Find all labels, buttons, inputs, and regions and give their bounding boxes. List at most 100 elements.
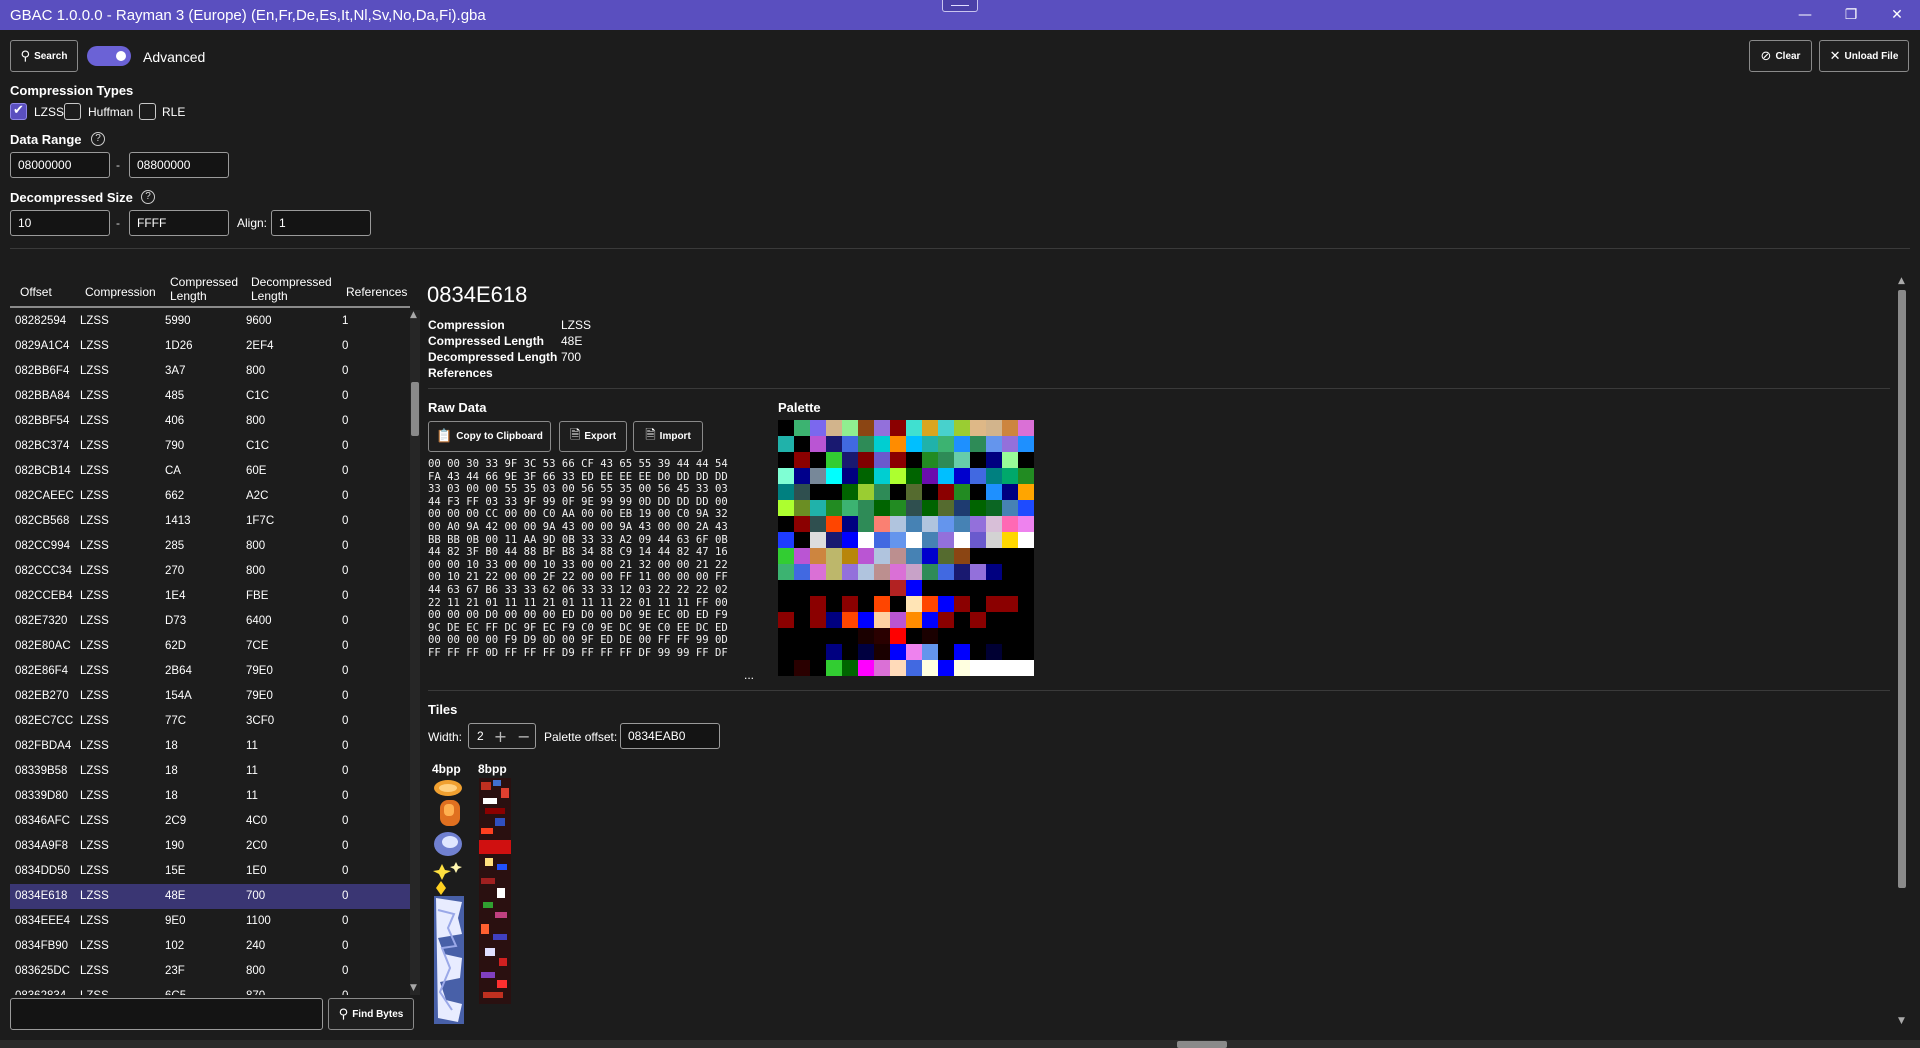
table-row[interactable]: 082E80AC LZSS 62D 7CE 0 (10, 634, 410, 659)
palette-swatch[interactable] (826, 596, 842, 612)
palette-swatch[interactable] (906, 628, 922, 644)
palette-swatch[interactable] (794, 564, 810, 580)
table-row[interactable]: 083625DC LZSS 23F 800 0 (10, 959, 410, 984)
palette-swatch[interactable] (874, 468, 890, 484)
rle-checkbox[interactable] (139, 103, 156, 120)
palette-swatch[interactable] (1002, 596, 1018, 612)
palette-swatch[interactable] (986, 596, 1002, 612)
palette-swatch[interactable] (1002, 548, 1018, 564)
palette-swatch[interactable] (842, 484, 858, 500)
palette-swatch[interactable] (874, 452, 890, 468)
palette-swatch[interactable] (858, 420, 874, 436)
palette-swatch[interactable] (778, 660, 794, 676)
palette-swatch[interactable] (938, 580, 954, 596)
palette-swatch[interactable] (986, 628, 1002, 644)
palette-swatch[interactable] (922, 564, 938, 580)
palette-swatch[interactable] (874, 548, 890, 564)
palette-grid[interactable] (778, 420, 1034, 676)
palette-swatch[interactable] (922, 532, 938, 548)
palette-swatch[interactable] (842, 452, 858, 468)
palette-swatch[interactable] (1018, 532, 1034, 548)
palette-swatch[interactable] (794, 468, 810, 484)
palette-swatch[interactable] (970, 484, 986, 500)
detail-scroll-thumb[interactable] (1898, 290, 1906, 888)
palette-swatch[interactable] (874, 580, 890, 596)
palette-swatch[interactable] (794, 660, 810, 676)
palette-swatch[interactable] (890, 436, 906, 452)
palette-swatch[interactable] (970, 468, 986, 484)
table-row[interactable]: 082BBF54 LZSS 406 800 0 (10, 409, 410, 434)
palette-swatch[interactable] (1002, 484, 1018, 500)
palette-swatch[interactable] (842, 436, 858, 452)
palette-swatch[interactable] (922, 612, 938, 628)
palette-swatch[interactable] (874, 532, 890, 548)
table-row[interactable]: 08362834 LZSS 6C5 870 0 (10, 984, 410, 995)
palette-swatch[interactable] (938, 644, 954, 660)
unload-file-button[interactable]: ✕ Unload File (1819, 40, 1909, 72)
table-row[interactable]: 082CC994 LZSS 285 800 0 (10, 534, 410, 559)
table-row[interactable]: 082BBA84 LZSS 485 C1C 0 (10, 384, 410, 409)
palette-swatch[interactable] (858, 548, 874, 564)
data-range-help-icon[interactable]: ? (91, 132, 105, 146)
palette-swatch[interactable] (922, 420, 938, 436)
palette-swatch[interactable] (1018, 468, 1034, 484)
import-button[interactable]: 🗎 Import (633, 421, 703, 452)
palette-swatch[interactable] (986, 580, 1002, 596)
palette-swatch[interactable] (826, 500, 842, 516)
range-end-input[interactable]: 08800000 (129, 152, 229, 178)
palette-swatch[interactable] (890, 644, 906, 660)
palette-swatch[interactable] (858, 564, 874, 580)
palette-swatch[interactable] (890, 548, 906, 564)
palette-swatch[interactable] (858, 516, 874, 532)
palette-swatch[interactable] (970, 644, 986, 660)
palette-swatch[interactable] (954, 612, 970, 628)
palette-swatch[interactable] (890, 564, 906, 580)
range-start-input[interactable]: 08000000 (10, 152, 110, 178)
palette-swatch[interactable] (922, 644, 938, 660)
palette-swatch[interactable] (858, 660, 874, 676)
palette-swatch[interactable] (906, 468, 922, 484)
table-row[interactable]: 082FBDA4 LZSS 18 11 0 (10, 734, 410, 759)
palette-swatch[interactable] (826, 532, 842, 548)
palette-swatch[interactable] (874, 660, 890, 676)
palette-swatch[interactable] (778, 628, 794, 644)
palette-swatch[interactable] (938, 468, 954, 484)
lzss-checkbox[interactable] (10, 103, 27, 120)
palette-swatch[interactable] (778, 452, 794, 468)
palette-swatch[interactable] (986, 452, 1002, 468)
palette-swatch[interactable] (890, 532, 906, 548)
palette-swatch[interactable] (858, 580, 874, 596)
palette-swatch[interactable] (938, 660, 954, 676)
palette-swatch[interactable] (794, 596, 810, 612)
horizontal-scrollbar[interactable] (0, 1040, 1920, 1048)
horizontal-scroll-thumb[interactable] (1177, 1041, 1227, 1048)
palette-swatch[interactable] (906, 500, 922, 516)
table-row[interactable]: 082E86F4 LZSS 2B64 79E0 0 (10, 659, 410, 684)
palette-swatch[interactable] (858, 612, 874, 628)
palette-swatch[interactable] (938, 596, 954, 612)
palette-swatch[interactable] (906, 564, 922, 580)
palette-swatch[interactable] (970, 612, 986, 628)
scroll-up-icon[interactable]: ▲ (410, 310, 417, 320)
palette-swatch[interactable] (858, 644, 874, 660)
palette-swatch[interactable] (970, 548, 986, 564)
table-row[interactable]: 082CCEB4 LZSS 1E4 FBE 0 (10, 584, 410, 609)
palette-swatch[interactable] (842, 420, 858, 436)
palette-swatch[interactable] (970, 436, 986, 452)
palette-swatch[interactable] (986, 644, 1002, 660)
palette-swatch[interactable] (1018, 580, 1034, 596)
palette-swatch[interactable] (970, 452, 986, 468)
palette-swatch[interactable] (778, 564, 794, 580)
palette-swatch[interactable] (826, 516, 842, 532)
palette-swatch[interactable] (1018, 500, 1034, 516)
palette-swatch[interactable] (1018, 436, 1034, 452)
palette-swatch[interactable] (810, 484, 826, 500)
palette-swatch[interactable] (954, 468, 970, 484)
palette-swatch[interactable] (810, 436, 826, 452)
palette-swatch[interactable] (906, 612, 922, 628)
palette-swatch[interactable] (794, 612, 810, 628)
palette-swatch[interactable] (922, 484, 938, 500)
palette-swatch[interactable] (842, 596, 858, 612)
palette-swatch[interactable] (906, 596, 922, 612)
table-row[interactable]: 082CCC34 LZSS 270 800 0 (10, 559, 410, 584)
